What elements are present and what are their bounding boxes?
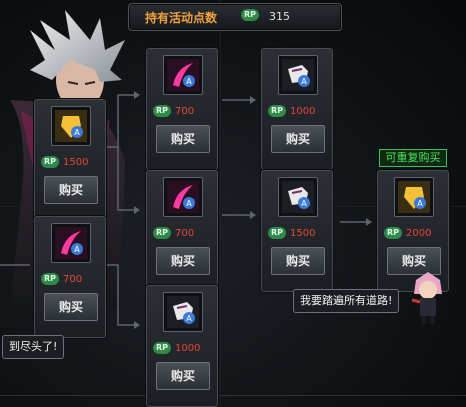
rp-icon: RP [41,273,59,285]
white-gauntlet-icon: A [282,59,314,91]
price-label: RP 1500 [41,156,88,168]
skill-tree-panel: { "header": {"title": "持有活动点数", "rp_badg… [0,0,466,407]
rp-badge-icon: RP [241,9,259,21]
skill-slot[interactable]: A [51,223,91,263]
svg-text:A: A [186,199,192,208]
skill-slot[interactable]: A [278,55,318,95]
price-value: 700 [175,228,195,239]
price-value: 1500 [290,228,316,239]
skill-card: A RP 1500 购买 [34,99,106,221]
svg-text:A: A [186,77,192,86]
rp-icon: RP [384,227,402,239]
repeatable-purchase-tag: 可重复购买 [379,149,447,167]
buy-button[interactable]: 购买 [156,125,210,153]
svg-text:A: A [186,314,192,323]
buy-button[interactable]: 购买 [44,293,98,321]
price-value: 700 [63,274,83,285]
white-gauntlet-icon: A [167,296,199,328]
skill-slot[interactable]: A [51,106,91,146]
price-label: RP 700 [153,227,194,239]
header-title: 持有活动点数 [145,11,218,25]
buy-button[interactable]: 购买 [44,176,98,204]
white-gauntlet-icon: A [282,181,314,213]
pink-blade-icon: A [167,59,199,91]
speech-bubble-right: 我要踏遍所有道路! [293,289,400,313]
pink-blade-icon: A [55,227,87,259]
skill-card: A RP 700 购买 [34,216,106,338]
skill-card: A RP 700 购买 [146,48,218,170]
speech-bubble-left: 到尽头了! [2,335,65,359]
rp-icon: RP [268,105,286,117]
rp-icon: RP [153,105,171,117]
buy-button[interactable]: 购买 [156,362,210,390]
price-label: RP 1500 [268,227,315,239]
activity-points-header: 持有活动点数 RP 315 [128,3,342,31]
skill-slot[interactable]: A [163,55,203,95]
chibi-character [411,272,442,324]
points-value: 315 [269,10,290,23]
buy-button[interactable]: 购买 [271,125,325,153]
gold-armor-icon: A [398,181,430,213]
svg-text:A: A [74,128,80,137]
price-value: 1000 [290,106,316,117]
svg-text:A: A [417,199,423,208]
svg-text:A: A [301,199,307,208]
svg-text:A: A [74,245,80,254]
price-label: RP 700 [153,105,194,117]
price-label: RP 700 [41,273,82,285]
gold-armor-icon: A [55,110,87,142]
price-label: RP 1000 [268,105,315,117]
buy-button[interactable]: 购买 [156,247,210,275]
price-value: 1500 [63,157,89,168]
skill-card: A RP 1000 购买 [146,285,218,407]
skill-card: A RP 1500 购买 [261,170,333,292]
rp-icon: RP [153,227,171,239]
skill-slot[interactable]: A [163,292,203,332]
price-value: 2000 [406,228,432,239]
price-label: RP 1000 [153,342,200,354]
price-label: RP 2000 [384,227,431,239]
skill-slot[interactable]: A [394,177,434,217]
rp-icon: RP [153,342,171,354]
price-value: 1000 [175,343,201,354]
pink-blade-icon: A [167,181,199,213]
price-value: 700 [175,106,195,117]
skill-slot[interactable]: A [278,177,318,217]
svg-text:A: A [301,77,307,86]
rp-icon: RP [268,227,286,239]
buy-button[interactable]: 购买 [271,247,325,275]
skill-slot[interactable]: A [163,177,203,217]
rp-icon: RP [41,156,59,168]
skill-card: A RP 1000 购买 [261,48,333,170]
skill-card: A RP 700 购买 [146,170,218,292]
